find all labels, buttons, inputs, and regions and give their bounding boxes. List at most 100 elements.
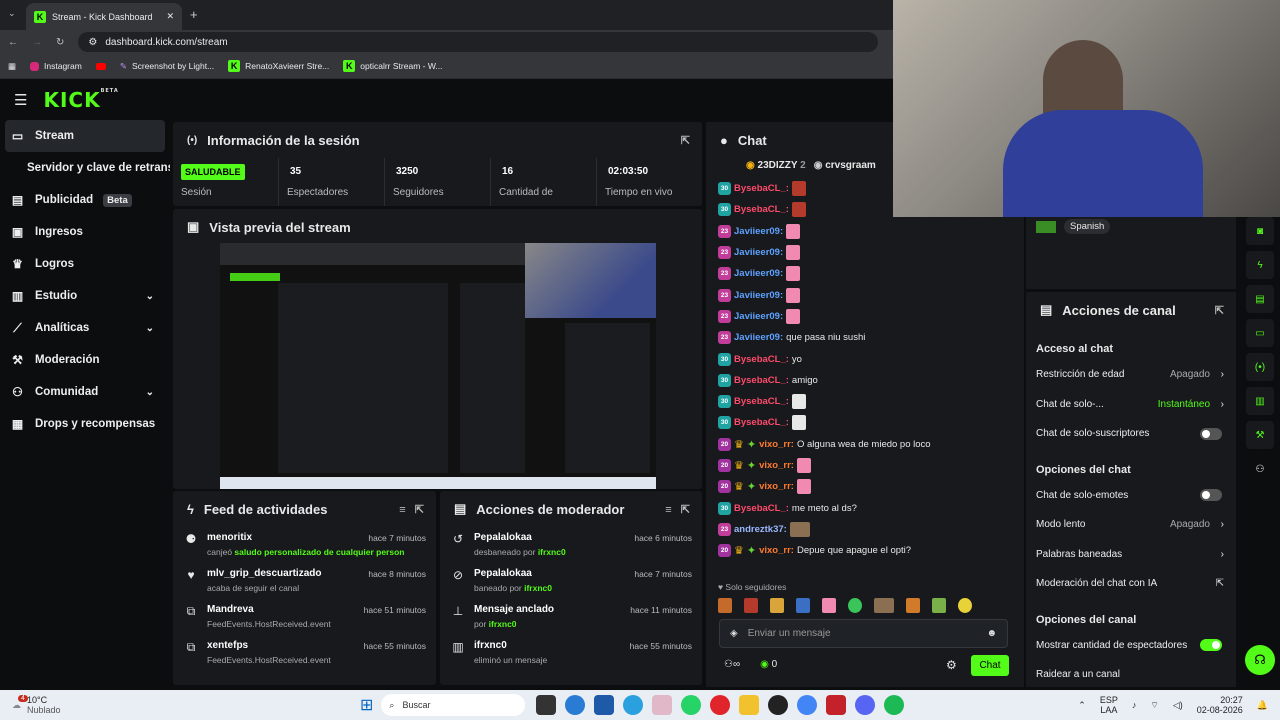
- chat-message[interactable]: 23 Javiieer09:: [718, 221, 1018, 242]
- opera-icon[interactable]: [709, 695, 730, 715]
- filter-icon[interactable]: ≡: [665, 504, 671, 516]
- bookmark-screenshot[interactable]: ✎ Screenshot by Light...: [120, 61, 214, 72]
- emote-icon[interactable]: [874, 598, 894, 613]
- chat-username[interactable]: vixo_rr:: [759, 439, 794, 450]
- emote-icon[interactable]: [906, 598, 920, 613]
- chat-username[interactable]: BysebaCL_:: [734, 417, 789, 428]
- windows-start-icon[interactable]: ⊞: [360, 695, 373, 715]
- raid-row[interactable]: Raidear a un canal: [1026, 660, 1236, 690]
- stream-preview-video[interactable]: [220, 243, 656, 489]
- support-button[interactable]: ☊: [1245, 645, 1275, 675]
- apps-icon[interactable]: ▦: [8, 61, 16, 72]
- chat-message[interactable]: 23 andreztk37:: [718, 519, 1018, 540]
- users-icon[interactable]: ⚇: [1246, 455, 1274, 483]
- new-tab-icon[interactable]: +: [190, 7, 198, 22]
- chat-message[interactable]: 23 Javiieer09:: [718, 306, 1018, 327]
- site-info-icon[interactable]: ⚙: [88, 37, 97, 48]
- chat-message[interactable]: 30 BysebaCL_: yo: [718, 348, 1018, 369]
- task-view-icon[interactable]: [535, 695, 556, 715]
- chat-message[interactable]: 30 BysebaCL_: me meto al ds?: [718, 497, 1018, 518]
- chat-message[interactable]: 23 Javiieer09:: [718, 284, 1018, 305]
- bookmark-instagram[interactable]: Instagram: [30, 61, 82, 71]
- chat-message[interactable]: 20 ♛ ✦ vixo_rr: O alguna wea de miedo po loc…: [718, 434, 1018, 455]
- chat-username[interactable]: BysebaCL_:: [734, 183, 789, 194]
- chat-message[interactable]: 23 Javiieer09:: [718, 242, 1018, 263]
- emote-icon[interactable]: [932, 598, 946, 613]
- show-viewers-toggle[interactable]: [1200, 639, 1222, 652]
- menu-icon[interactable]: ☰: [14, 91, 27, 109]
- chrome-icon[interactable]: [796, 695, 817, 715]
- url-field[interactable]: ⚙ dashboard.kick.com/stream: [78, 32, 879, 52]
- taskbar-search[interactable]: ⌕ Buscar: [381, 694, 526, 716]
- banned-words-row[interactable]: Palabras baneadas ›: [1026, 540, 1236, 570]
- followers-chat-row[interactable]: Chat de solo-... Instantáneo ›: [1026, 390, 1236, 420]
- camera-icon[interactable]: ◙: [1246, 217, 1274, 245]
- chat-username[interactable]: Javiieer09:: [734, 226, 783, 237]
- chat-username[interactable]: Javiieer09:: [734, 290, 783, 301]
- chat-username[interactable]: vixo_rr:: [759, 481, 794, 492]
- chat-username[interactable]: Javiieer09:: [734, 311, 783, 322]
- chat-input[interactable]: ◈ Enviar un mensaje ☻: [719, 619, 1008, 648]
- emotes-only-toggle[interactable]: [1200, 489, 1222, 502]
- chat-username[interactable]: BysebaCL_:: [734, 503, 789, 514]
- volume-icon[interactable]: ◁): [1173, 700, 1183, 711]
- sidebar-item-ingresos[interactable]: ▣ Ingresos: [0, 216, 170, 248]
- kick-points[interactable]: ◉ 0: [760, 659, 777, 670]
- chat-message[interactable]: 30 BysebaCL_:: [718, 412, 1018, 433]
- folder-icon[interactable]: [738, 695, 759, 715]
- chat-message[interactable]: 20 ♛ ✦ vixo_rr:: [718, 476, 1018, 497]
- obs-icon[interactable]: [767, 695, 788, 715]
- edge-icon[interactable]: [564, 695, 585, 715]
- sidebar-item-analiticas[interactable]: ⟋ Analíticas ⌄: [0, 312, 170, 344]
- input-language[interactable]: ESP LAA: [1100, 695, 1118, 715]
- popout-icon[interactable]: ⇱: [415, 504, 424, 516]
- sidebar-item-moderacion[interactable]: ⚒ Moderación: [0, 344, 170, 376]
- chevron-up-icon[interactable]: ⌃: [1078, 700, 1086, 711]
- sidebar-item-publicidad[interactable]: ▤ Publicidad Beta: [0, 184, 170, 216]
- clipboard-icon[interactable]: ▤: [1246, 285, 1274, 313]
- slow-mode-row[interactable]: Modo lento Apagado ›: [1026, 510, 1236, 540]
- microphone-icon[interactable]: ♪: [1132, 700, 1137, 710]
- top-gifter-1[interactable]: ◉ 23DIZZY 2: [746, 160, 806, 171]
- broadcast-icon[interactable]: (•): [1246, 353, 1274, 381]
- whatsapp-icon[interactable]: [680, 695, 701, 715]
- sidebar-item-comunidad[interactable]: ⚇ Comunidad ⌄: [0, 376, 170, 408]
- chat-username[interactable]: BysebaCL_:: [734, 396, 789, 407]
- gear-icon[interactable]: ⚙: [946, 658, 957, 672]
- send-chat-button[interactable]: Chat: [971, 655, 1009, 676]
- chat-message[interactable]: 30 BysebaCL_: amigo: [718, 370, 1018, 391]
- chat-message[interactable]: 30 BysebaCL_:: [718, 391, 1018, 412]
- sidebar-item-server-key[interactable]: Servidor y clave de retransm: [0, 152, 170, 184]
- sidebar-item-stream[interactable]: ▭ Stream: [5, 120, 165, 152]
- chat-message[interactable]: 23 Javiieer09: que pasa niu sushi: [718, 327, 1018, 348]
- weather-widget[interactable]: ☁ 4 10°C Nublado: [0, 694, 360, 715]
- top-gifter-2[interactable]: ◉ crvsgraam: [814, 160, 876, 171]
- id-card-icon[interactable]: ▥: [1246, 387, 1274, 415]
- hammer-icon[interactable]: ⚒: [1246, 421, 1274, 449]
- filter-icon[interactable]: ≡: [399, 504, 405, 516]
- lightning-icon[interactable]: ϟ: [1246, 251, 1274, 279]
- chat-username[interactable]: Javiieer09:: [734, 332, 783, 343]
- sidebar-item-estudio[interactable]: ▥ Estudio ⌄: [0, 280, 170, 312]
- wifi-icon[interactable]: ⌔: [1150, 700, 1158, 711]
- app-icon[interactable]: [651, 695, 672, 715]
- subs-only-toggle[interactable]: [1200, 427, 1222, 440]
- reload-icon[interactable]: ↻: [56, 37, 64, 48]
- emote-icon[interactable]: [958, 598, 972, 613]
- clock[interactable]: 20:27 02-08-2026: [1197, 695, 1243, 715]
- emote-icon[interactable]: [744, 598, 758, 613]
- emote-icon[interactable]: [770, 598, 784, 613]
- chat-message[interactable]: 23 Javiieer09:: [718, 263, 1018, 284]
- emote-icon[interactable]: [822, 598, 836, 613]
- chat-message[interactable]: 20 ♛ ✦ vixo_rr: Depue que apague el opti?: [718, 540, 1018, 561]
- kick-logo[interactable]: KICKBETA: [43, 88, 118, 112]
- telegram-icon[interactable]: [622, 695, 643, 715]
- notifications-icon[interactable]: 🔔: [1257, 700, 1268, 711]
- chat-username[interactable]: vixo_rr:: [759, 545, 794, 556]
- emote-icon[interactable]: [796, 598, 810, 613]
- age-restriction-row[interactable]: Restricción de edad Apagado ›: [1026, 360, 1236, 390]
- chat-username[interactable]: vixo_rr:: [759, 460, 794, 471]
- popout-icon[interactable]: ⇱: [681, 504, 690, 516]
- tab-list-icon[interactable]: ⌄: [8, 8, 16, 19]
- sidebar-item-logros[interactable]: ♛ Logros: [0, 248, 170, 280]
